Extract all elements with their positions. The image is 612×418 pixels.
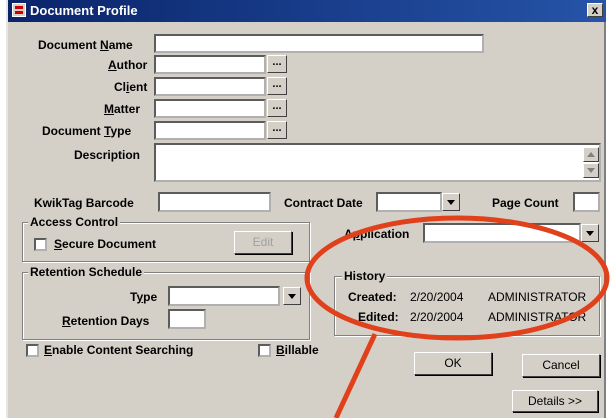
document-type-input[interactable]: [154, 121, 266, 140]
details-button[interactable]: Details >>: [512, 390, 598, 412]
author-input[interactable]: [154, 55, 266, 74]
contract-date-input[interactable]: [376, 192, 442, 212]
access-control-legend: Access Control: [28, 215, 121, 229]
description-scroll-up-button[interactable]: [583, 147, 599, 162]
client-browse-button[interactable]: ...: [267, 77, 287, 95]
billable-label: Billable: [276, 343, 319, 357]
kwiktag-barcode-input[interactable]: [158, 192, 271, 212]
retention-days-label: Retention Days: [62, 314, 150, 328]
page-count-label: Page Count: [492, 196, 559, 210]
history-group: [334, 276, 600, 336]
ok-button[interactable]: OK: [414, 352, 492, 375]
app-icon: [12, 3, 26, 17]
retention-schedule-legend: Retention Schedule: [28, 265, 145, 279]
edited-label: Edited:: [358, 310, 399, 324]
edited-date: 2/20/2004: [410, 310, 464, 324]
author-label: Author: [108, 58, 148, 72]
document-name-label: Document Name: [38, 38, 133, 52]
created-date: 2/20/2004: [410, 290, 464, 304]
document-type-browse-button[interactable]: ...: [267, 121, 287, 139]
created-user: ADMINISTRATOR: [488, 290, 587, 304]
contract-date-dropdown-button[interactable]: [442, 193, 460, 211]
document-type-label: Document Type: [42, 124, 132, 138]
kwiktag-barcode-label: KwikTag Barcode: [34, 196, 134, 210]
contract-date-label: Contract Date: [284, 196, 363, 210]
retention-schedule-group: [22, 272, 310, 340]
title-bar[interactable]: Document Profile x: [8, 0, 606, 22]
page-count-input[interactable]: [573, 192, 600, 212]
matter-input[interactable]: [154, 99, 266, 118]
client-input[interactable]: [154, 77, 266, 96]
billable-checkbox[interactable]: [258, 344, 271, 357]
close-button[interactable]: x: [587, 3, 603, 17]
edited-user: ADMINISTRATOR: [488, 310, 587, 324]
description-label: Description: [74, 148, 141, 162]
enable-content-searching-label: Enable Content Searching: [44, 343, 194, 357]
document-name-input[interactable]: [154, 34, 484, 53]
secure-document-label: Secure Document: [54, 237, 157, 251]
matter-browse-button[interactable]: ...: [267, 99, 287, 117]
description-scroll-down-button[interactable]: [583, 163, 599, 178]
retention-days-input[interactable]: [168, 309, 206, 329]
secure-document-checkbox[interactable]: [34, 238, 47, 251]
retention-type-dropdown-button[interactable]: [283, 287, 301, 305]
document-profile-window: Document Profile x Document Name Author …: [6, 0, 606, 418]
application-dropdown-button[interactable]: [581, 224, 599, 242]
history-legend: History: [342, 269, 388, 283]
application-label: Application: [344, 227, 410, 241]
description-textarea[interactable]: [154, 143, 601, 182]
retention-type-select[interactable]: [168, 286, 280, 306]
created-label: Created:: [348, 290, 397, 304]
window-title: Document Profile: [30, 3, 138, 18]
client-label: Client: [114, 80, 148, 94]
application-select[interactable]: [423, 223, 581, 243]
matter-label: Matter: [104, 102, 141, 116]
retention-type-label: Type: [130, 290, 158, 304]
cancel-button[interactable]: Cancel: [522, 354, 600, 377]
edit-button[interactable]: Edit: [234, 231, 292, 254]
author-browse-button[interactable]: ...: [267, 55, 287, 73]
enable-content-searching-checkbox[interactable]: [26, 344, 39, 357]
